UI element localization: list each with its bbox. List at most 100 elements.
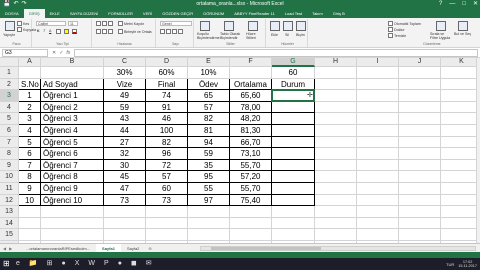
data-cell[interactable]: Öğrenci 2 — [41, 101, 104, 114]
empty-cell[interactable] — [399, 229, 441, 241]
data-cell[interactable]: 27 — [104, 136, 146, 149]
column-header[interactable]: D — [146, 58, 188, 67]
conditional-format-button[interactable]: Koşullu Biçimlendirme — [197, 32, 220, 40]
empty-cell[interactable] — [230, 217, 272, 230]
empty-cell[interactable] — [315, 171, 357, 183]
ribbon-tab[interactable]: DOSYA — [0, 9, 24, 18]
empty-cell[interactable] — [441, 206, 480, 218]
data-cell[interactable]: 81,30 — [230, 125, 272, 137]
data-cell[interactable]: 94 — [188, 136, 230, 149]
data-cell[interactable] — [272, 148, 315, 160]
empty-cell[interactable] — [41, 229, 104, 241]
taskbar-app-icon[interactable]: ● — [62, 258, 66, 270]
find-select-button[interactable]: Bul ve Seç — [454, 32, 476, 37]
data-cell[interactable] — [272, 136, 315, 149]
ribbon-tab[interactable]: Takım — [307, 9, 328, 18]
column-header[interactable]: B — [41, 58, 104, 67]
empty-cell[interactable] — [357, 217, 399, 230]
empty-cell[interactable] — [441, 113, 480, 125]
data-cell[interactable]: 73 — [104, 194, 146, 207]
close-button[interactable]: ✕ — [473, 0, 478, 9]
data-cell[interactable]: 5 — [19, 136, 41, 149]
cell-styles-icon[interactable] — [248, 21, 258, 31]
data-cell[interactable]: 82 — [146, 136, 188, 149]
data-cell[interactable]: 78,00 — [230, 101, 272, 114]
data-cell[interactable]: 72 — [146, 159, 188, 172]
empty-cell[interactable] — [399, 136, 441, 149]
formula-input[interactable] — [74, 49, 478, 57]
empty-cell[interactable] — [188, 229, 230, 241]
data-cell[interactable]: 91 — [146, 101, 188, 114]
column-header[interactable]: G — [272, 58, 315, 67]
data-cell[interactable]: Öğrenci 10 — [41, 194, 104, 207]
data-cell[interactable]: Öğrenci 6 — [41, 148, 104, 160]
empty-cell[interactable] — [441, 125, 480, 137]
data-cell[interactable]: 66,70 — [230, 136, 272, 149]
table-header-cell[interactable]: Ad Soyad — [41, 78, 104, 91]
font-color-button[interactable] — [72, 29, 77, 34]
weight-cell[interactable]: 60% — [146, 67, 188, 79]
data-cell[interactable]: 3 — [19, 113, 41, 125]
data-cell[interactable]: Öğrenci 9 — [41, 183, 104, 195]
empty-cell[interactable] — [357, 113, 399, 125]
empty-cell[interactable] — [315, 206, 357, 218]
empty-cell[interactable] — [357, 171, 399, 183]
column-header[interactable]: J — [399, 58, 441, 67]
empty-cell[interactable] — [146, 206, 188, 218]
row-header[interactable]: 4 — [0, 101, 19, 114]
ribbon-tab[interactable]: EKLE — [45, 9, 65, 18]
row-header[interactable]: 9 — [0, 159, 19, 172]
paste-icon[interactable] — [5, 21, 15, 31]
fx-icon[interactable]: fx — [66, 49, 70, 57]
empty-cell[interactable] — [399, 148, 441, 160]
empty-cell[interactable] — [19, 217, 41, 230]
taskbar-app-icon[interactable]: ⊞ — [47, 258, 53, 270]
font-size-select[interactable]: 11 — [68, 21, 78, 26]
empty-cell[interactable] — [146, 217, 188, 230]
taskbar-app-icon[interactable]: e — [16, 258, 20, 270]
data-cell[interactable]: 35 — [188, 159, 230, 172]
data-cell[interactable]: 46 — [146, 113, 188, 125]
delete-button[interactable]: Sil — [285, 33, 289, 37]
column-header[interactable]: K — [441, 58, 480, 67]
empty-cell[interactable] — [399, 78, 441, 91]
row-header[interactable]: 14 — [0, 217, 19, 230]
empty-cell[interactable] — [357, 206, 399, 218]
row-header[interactable]: 11 — [0, 183, 19, 195]
data-cell[interactable]: 9 — [19, 183, 41, 195]
data-cell[interactable]: 4 — [19, 125, 41, 137]
empty-cell[interactable] — [315, 78, 357, 91]
enter-icon[interactable]: ✓ — [59, 49, 63, 57]
fill-button[interactable]: Doldur — [388, 27, 405, 32]
empty-cell[interactable] — [441, 102, 480, 114]
data-cell[interactable]: Öğrenci 3 — [41, 113, 104, 125]
font-name-select[interactable]: Calibri — [36, 21, 66, 26]
taskbar-app-icon[interactable]: ✉ — [146, 258, 152, 270]
empty-cell[interactable] — [441, 195, 480, 207]
data-cell[interactable]: 32 — [104, 148, 146, 160]
weight-cell[interactable]: 30% — [104, 67, 146, 79]
data-cell[interactable]: 55 — [188, 183, 230, 195]
data-cell[interactable]: 57,20 — [230, 171, 272, 183]
empty-cell[interactable] — [41, 217, 104, 230]
maximize-button[interactable]: □ — [462, 0, 466, 9]
empty-cell[interactable] — [315, 113, 357, 125]
data-cell[interactable]: 65,60 — [230, 90, 272, 102]
ribbon-tab[interactable]: GÖRÜNÜM — [198, 9, 229, 18]
horizontal-scrollbar[interactable] — [200, 246, 476, 251]
data-cell[interactable]: 82 — [188, 113, 230, 125]
table-header-cell[interactable]: Ödev — [188, 78, 230, 91]
empty-cell[interactable] — [399, 67, 441, 79]
empty-cell[interactable] — [441, 171, 480, 183]
column-header[interactable]: I — [357, 58, 399, 67]
empty-cell[interactable] — [315, 229, 357, 241]
data-cell[interactable]: 95 — [188, 171, 230, 183]
data-cell[interactable]: 43 — [104, 113, 146, 125]
empty-cell[interactable] — [357, 136, 399, 149]
data-cell[interactable]: Öğrenci 4 — [41, 125, 104, 137]
data-cell[interactable]: 73,10 — [230, 148, 272, 160]
empty-cell[interactable] — [104, 229, 146, 241]
data-cell[interactable]: 59 — [104, 101, 146, 114]
row-header[interactable]: 15 — [0, 229, 19, 241]
empty-cell[interactable] — [230, 206, 272, 218]
